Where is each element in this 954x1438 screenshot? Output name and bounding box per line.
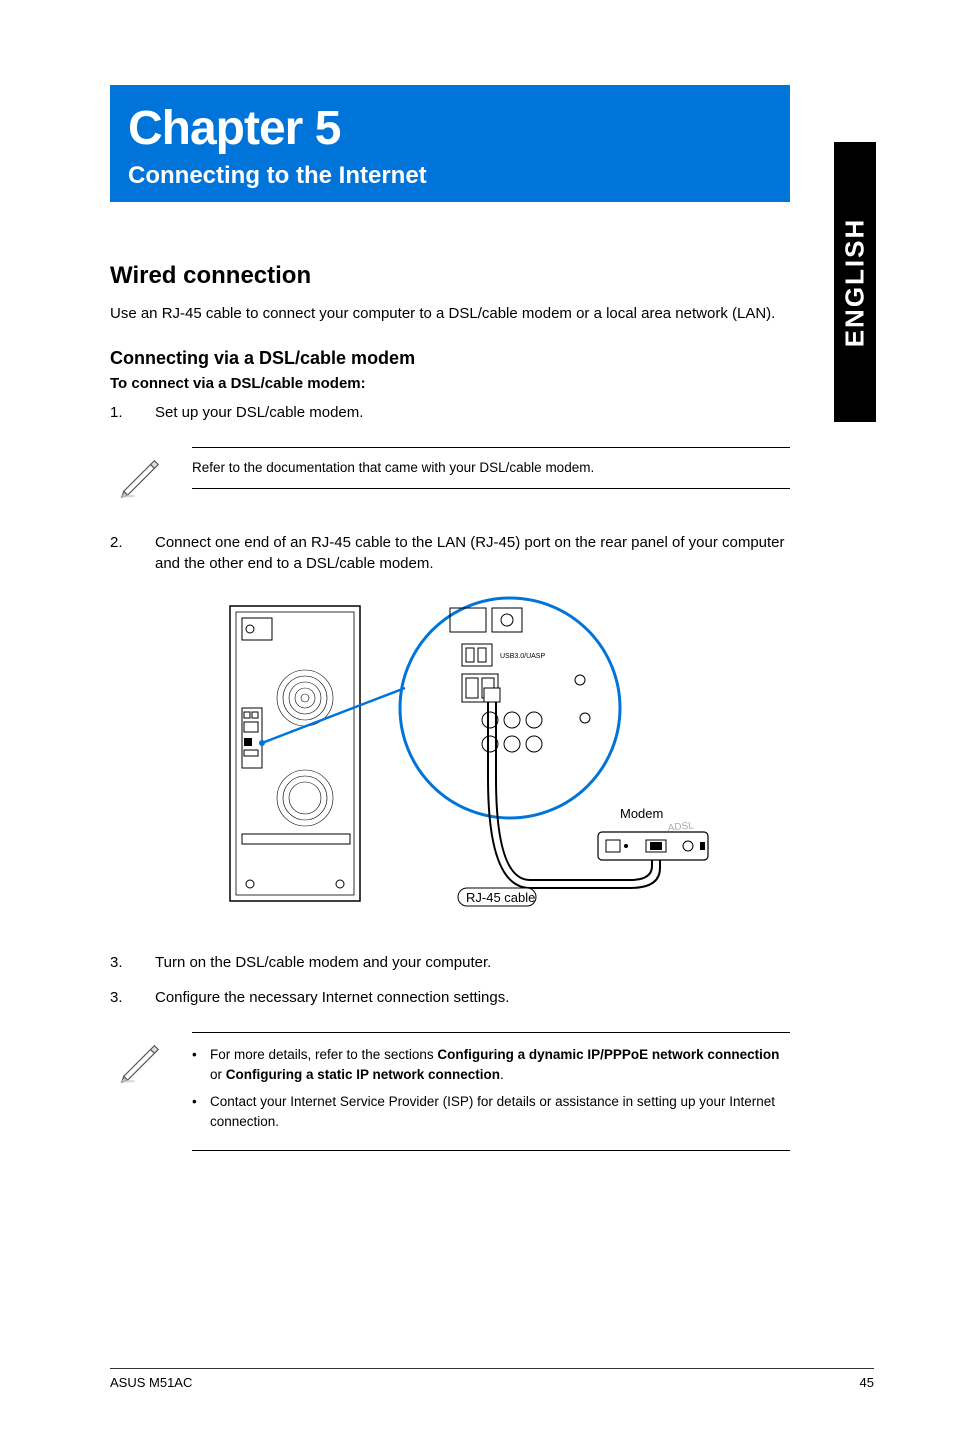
svg-text:USB3.0/UASP: USB3.0/UASP <box>500 653 545 660</box>
note2-bold1: Configuring a dynamic IP/PPPoE network c… <box>437 1047 779 1062</box>
connection-diagram: USB3.0/UASP <box>190 588 710 928</box>
content-column: Wired connection Use an RJ-45 cable to c… <box>110 262 790 1151</box>
step-2: 2. Connect one end of an RJ-45 cable to … <box>110 532 790 574</box>
note2-item-1: • For more details, refer to the section… <box>192 1045 790 1084</box>
chapter-subtitle: Connecting to the Internet <box>128 162 772 190</box>
note2-bold2: Configuring a static IP network connecti… <box>226 1067 500 1082</box>
note-block-1: Refer to the documentation that came wit… <box>110 447 790 504</box>
note-text: Refer to the documentation that came wit… <box>192 460 594 475</box>
step-4: 3. Configure the necessary Internet conn… <box>110 987 790 1008</box>
pencil-icon <box>118 447 192 504</box>
note2-pre: For more details, refer to the sections <box>210 1047 437 1062</box>
modem-label: Modem <box>620 806 663 821</box>
step-text: Configure the necessary Internet connect… <box>155 987 790 1008</box>
note-body-1: Refer to the documentation that came wit… <box>192 447 790 489</box>
note2-text2: Contact your Internet Service Provider (… <box>210 1092 790 1131</box>
cable-label: RJ-45 cable <box>466 890 535 905</box>
note-body-2: • For more details, refer to the section… <box>192 1032 790 1150</box>
step-3: 3. Turn on the DSL/cable modem and your … <box>110 952 790 973</box>
note-block-2: • For more details, refer to the section… <box>110 1032 790 1150</box>
note2-mid: or <box>210 1067 226 1082</box>
chapter-title: Chapter 5 <box>128 101 772 156</box>
note2-post: . <box>500 1067 504 1082</box>
chapter-header: Chapter 5 Connecting to the Internet <box>110 85 790 202</box>
language-side-tab: ENGLISH <box>834 142 876 422</box>
section-intro: Use an RJ-45 cable to connect your compu… <box>110 304 790 324</box>
pencil-icon <box>118 1032 192 1089</box>
step-1: 1. Set up your DSL/cable modem. <box>110 402 790 423</box>
page-footer: ASUS M51AC 45 <box>110 1368 874 1390</box>
step-number: 3. <box>110 987 155 1008</box>
page: ENGLISH Chapter 5 Connecting to the Inte… <box>0 0 954 1438</box>
step-number: 2. <box>110 532 155 574</box>
step-text: Turn on the DSL/cable modem and your com… <box>155 952 790 973</box>
procedure-lead: To connect via a DSL/cable modem: <box>110 375 790 392</box>
step-text: Set up your DSL/cable modem. <box>155 402 790 423</box>
step-text: Connect one end of an RJ-45 cable to the… <box>155 532 790 574</box>
step-number: 1. <box>110 402 155 423</box>
footer-page-number: 45 <box>860 1375 874 1390</box>
step-number: 3. <box>110 952 155 973</box>
language-label: ENGLISH <box>840 217 871 347</box>
note2-item-2: • Contact your Internet Service Provider… <box>192 1092 790 1131</box>
section-heading: Wired connection <box>110 262 790 290</box>
footer-left: ASUS M51AC <box>110 1375 192 1390</box>
subsection-heading: Connecting via a DSL/cable modem <box>110 348 790 369</box>
